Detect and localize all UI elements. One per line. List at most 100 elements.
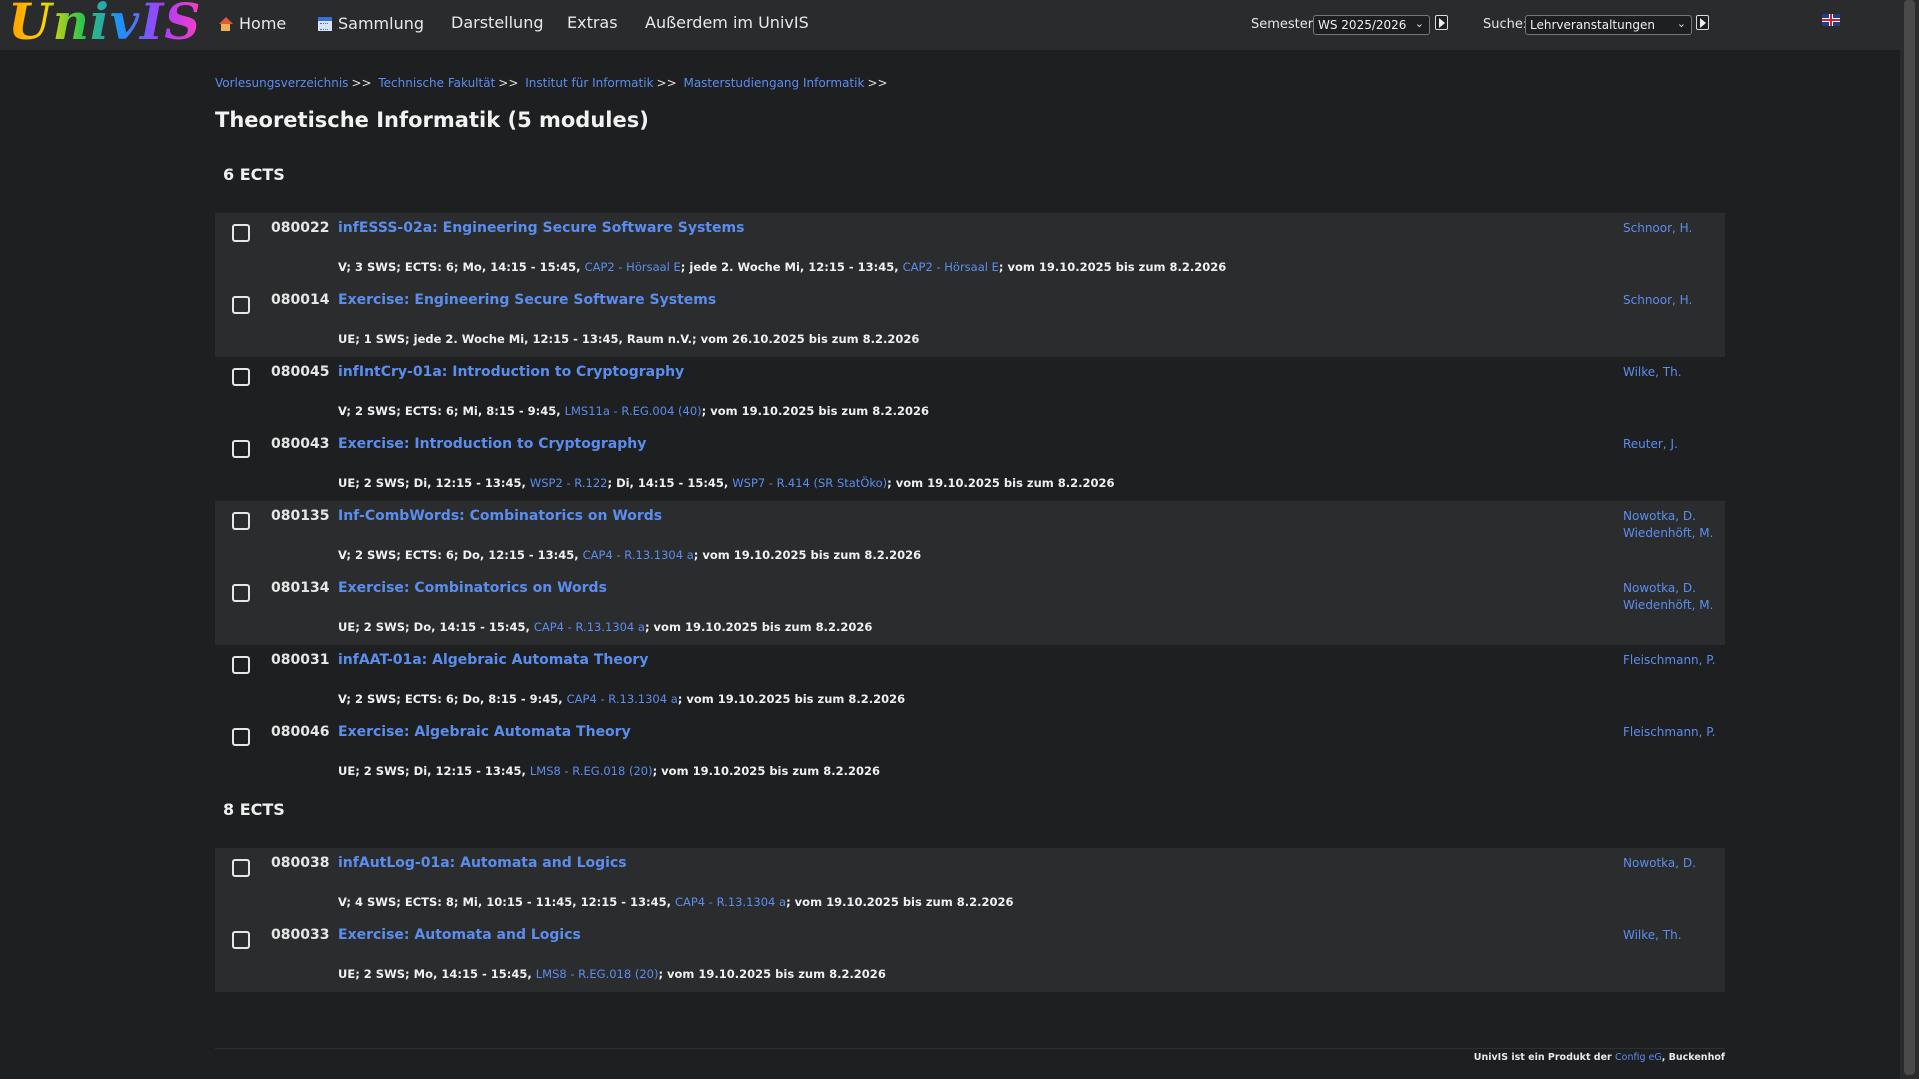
course-checkbox[interactable] xyxy=(232,584,250,602)
semester-select[interactable]: WS 2025/2026 ⌄ xyxy=(1313,15,1430,35)
lecturer-list: Fleischmann, P. xyxy=(1623,652,1715,669)
footer-divider xyxy=(215,1048,1725,1049)
lecturer-link[interactable]: Fleischmann, P. xyxy=(1623,652,1715,669)
course-checkbox[interactable] xyxy=(232,440,250,458)
course-checkbox[interactable] xyxy=(232,296,250,314)
course-title-link[interactable]: infIntCry-01a: Introduction to Cryptogra… xyxy=(338,364,684,380)
breadcrumb-link[interactable]: Masterstudiengang Informatik xyxy=(683,76,864,90)
course-checkbox[interactable] xyxy=(232,728,250,746)
lecturer-list: Nowotka, D. xyxy=(1623,855,1696,872)
course-number: 080045 xyxy=(271,364,330,380)
scrollbar[interactable] xyxy=(1900,0,1919,1079)
lecturer-link[interactable]: Nowotka, D. xyxy=(1623,508,1713,525)
course-row: 080134 Exercise: Combinatorics on Words UE… xyxy=(215,573,1725,645)
lecturer-link[interactable]: Schnoor, H. xyxy=(1623,292,1692,309)
course-title-link[interactable]: Exercise: Automata and Logics xyxy=(338,927,581,943)
lecturer-link[interactable]: Nowotka, D. xyxy=(1623,855,1696,872)
nav-darstellung-label: Darstellung xyxy=(451,13,544,32)
details-text: UE; 2 SWS; Do, 14:15 - 15:45, xyxy=(338,620,534,634)
course-row: 080038 infAutLog-01a: Automata and Logics… xyxy=(215,848,1725,920)
lecturer-link[interactable]: Wilke, Th. xyxy=(1623,927,1682,944)
room-link[interactable]: WSP2 - R.122 xyxy=(530,476,608,490)
chevron-down-icon: ⌄ xyxy=(1676,17,1686,30)
course-row: 080135 Inf-CombWords: Combinatorics on Wo… xyxy=(215,501,1725,573)
breadcrumb: Vorlesungsverzeichnis >> Technische Fakul… xyxy=(215,76,891,90)
course-number: 080022 xyxy=(271,220,330,236)
details-text: UE; 1 SWS; jede 2. Woche Mi, 12:15 - 13:… xyxy=(338,332,920,346)
nav-sammlung[interactable]: Sammlung xyxy=(318,14,424,33)
course-details: V; 2 SWS; ECTS: 6; Mi, 8:15 - 9:45, LMS1… xyxy=(338,404,929,418)
lecturer-list: Schnoor, H. xyxy=(1623,292,1692,309)
course-number: 080135 xyxy=(271,508,330,524)
search-go-button[interactable] xyxy=(1696,15,1709,30)
nav-extras[interactable]: Extras xyxy=(567,13,618,32)
breadcrumb-link[interactable]: Vorlesungsverzeichnis xyxy=(215,76,348,90)
details-text: V; 2 SWS; ECTS: 6; Do, 8:15 - 9:45, xyxy=(338,692,567,706)
nav-darstellung[interactable]: Darstellung xyxy=(451,13,543,32)
lecturer-link[interactable]: Fleischmann, P. xyxy=(1623,724,1715,741)
lecturer-link[interactable]: Nowotka, D. xyxy=(1623,580,1713,597)
course-row: 080043 Exercise: Introduction to Cryptogr… xyxy=(215,429,1725,501)
breadcrumb-separator: >> xyxy=(351,76,372,90)
group-heading: 8 ECTS xyxy=(223,800,285,819)
course-title-link[interactable]: Exercise: Combinatorics on Words xyxy=(338,580,607,596)
room-link[interactable]: CAP4 - R.13.1304 a xyxy=(567,692,678,706)
room-link[interactable]: CAP4 - R.13.1304 a xyxy=(675,895,786,909)
breadcrumb-link[interactable]: Technische Fakultät xyxy=(378,76,495,90)
room-link[interactable]: LMS8 - R.EG.018 (20) xyxy=(536,967,659,981)
semester-go-button[interactable] xyxy=(1435,15,1448,30)
scrollbar-thumb[interactable] xyxy=(1904,0,1915,1075)
lecturer-link[interactable]: Schnoor, H. xyxy=(1623,220,1692,237)
details-text: UE; 2 SWS; Di, 12:15 - 13:45, xyxy=(338,764,530,778)
room-link[interactable]: CAP4 - R.13.1304 a xyxy=(534,620,645,634)
course-title-link[interactable]: infESSS-02a: Engineering Secure Software… xyxy=(338,220,744,236)
top-navigation-bar: UnivIS Home Sammlung Darstellung Extras … xyxy=(0,0,1900,50)
course-checkbox[interactable] xyxy=(232,859,250,877)
course-details: V; 2 SWS; ECTS: 6; Do, 12:15 - 13:45, CA… xyxy=(338,548,921,562)
course-checkbox[interactable] xyxy=(232,656,250,674)
room-link[interactable]: LMS8 - R.EG.018 (20) xyxy=(530,764,653,778)
breadcrumb-link[interactable]: Institut für Informatik xyxy=(525,76,653,90)
lecturer-link[interactable]: Wiedenhöft, M. xyxy=(1623,525,1713,542)
room-link[interactable]: CAP4 - R.13.1304 a xyxy=(583,548,694,562)
course-details: UE; 1 SWS; jede 2. Woche Mi, 12:15 - 13:… xyxy=(338,332,919,346)
univis-logo[interactable]: UnivIS xyxy=(8,0,202,50)
room-link[interactable]: CAP2 - Hörsaal E xyxy=(585,260,681,274)
details-text: V; 2 SWS; ECTS: 6; Mi, 8:15 - 9:45, xyxy=(338,404,565,418)
course-number: 080046 xyxy=(271,724,330,740)
lecturer-link[interactable]: Reuter, J. xyxy=(1623,436,1678,453)
course-title-link[interactable]: infAAT-01a: Algebraic Automata Theory xyxy=(338,652,648,668)
search-select-value: Lehrveranstaltungen xyxy=(1530,18,1655,32)
room-link[interactable]: CAP2 - Hörsaal E xyxy=(903,260,999,274)
semester-select-value: WS 2025/2026 xyxy=(1318,18,1407,32)
course-details: UE; 2 SWS; Di, 12:15 - 13:45, WSP2 - R.1… xyxy=(338,476,1115,490)
lecturer-list: Wilke, Th. xyxy=(1623,927,1682,944)
course-row: 080033 Exercise: Automata and Logics UE; 2… xyxy=(215,920,1725,992)
course-title-link[interactable]: Inf-CombWords: Combinatorics on Words xyxy=(338,508,662,524)
lecturer-list: Nowotka, D. Wiedenhöft, M. xyxy=(1623,508,1713,542)
course-number: 080134 xyxy=(271,580,330,596)
page-title: Theoretische Informatik (5 modules) xyxy=(215,108,649,132)
course-checkbox[interactable] xyxy=(232,224,250,242)
room-link[interactable]: LMS11a - R.EG.004 (40) xyxy=(565,404,702,418)
course-title-link[interactable]: Exercise: Introduction to Cryptography xyxy=(338,436,646,452)
uk-flag-icon[interactable] xyxy=(1822,14,1840,26)
course-title-link[interactable]: Exercise: Algebraic Automata Theory xyxy=(338,724,631,740)
search-select[interactable]: Lehrveranstaltungen ⌄ xyxy=(1525,15,1692,35)
details-text: ; vom 19.10.2025 bis zum 8.2.2026 xyxy=(998,260,1227,274)
lecturer-link[interactable]: Wiedenhöft, M. xyxy=(1623,597,1713,614)
details-text: ; vom 19.10.2025 bis zum 8.2.2026 xyxy=(644,620,873,634)
course-checkbox[interactable] xyxy=(232,931,250,949)
nav-home[interactable]: Home xyxy=(218,14,286,33)
details-text: ; vom 19.10.2025 bis zum 8.2.2026 xyxy=(652,764,880,778)
footer-link[interactable]: Config eG xyxy=(1615,1052,1662,1063)
course-title-link[interactable]: Exercise: Engineering Secure Software Sy… xyxy=(338,292,716,308)
course-checkbox[interactable] xyxy=(232,512,250,530)
course-row: 080046 Exercise: Algebraic Automata Theor… xyxy=(215,717,1725,789)
course-checkbox[interactable] xyxy=(232,368,250,386)
course-title-link[interactable]: infAutLog-01a: Automata and Logics xyxy=(338,855,627,871)
nav-ausserdem[interactable]: Außerdem im UnivIS xyxy=(645,13,809,32)
lecturer-link[interactable]: Wilke, Th. xyxy=(1623,364,1682,381)
details-text: UE; 2 SWS; Di, 12:15 - 13:45, xyxy=(338,476,530,490)
room-link[interactable]: WSP7 - R.414 (SR StatÖko) xyxy=(732,476,887,490)
